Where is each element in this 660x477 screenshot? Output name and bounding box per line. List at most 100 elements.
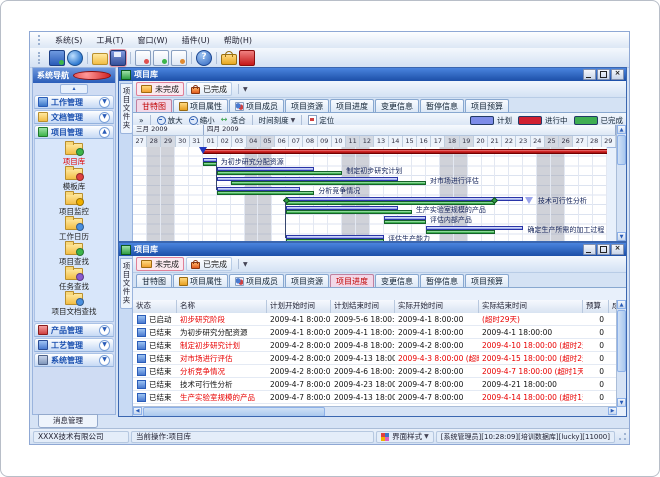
scrollbar-thumb[interactable] xyxy=(143,407,325,417)
tab-项目属性[interactable]: 项目属性 xyxy=(173,274,228,287)
tab-项目属性[interactable]: 项目属性 xyxy=(173,99,228,112)
column-header-预算[interactable]: 预算 xyxy=(583,300,609,313)
column-header-名称[interactable]: 名称 xyxy=(177,300,267,313)
column-header-计划结束时间[interactable]: 计划结束时间 xyxy=(331,300,395,313)
chevron-down-icon[interactable]: ▼ xyxy=(99,355,110,366)
tab-项目成员[interactable]: 项目成员 xyxy=(229,99,284,112)
gantt-summary-bar-初步研究阶段[interactable] xyxy=(203,149,607,154)
table-row[interactable]: 已结束为初步研究分配资源2009-4-1 8:00:002009-4-1 18:… xyxy=(133,326,617,339)
scroll-right-arrow[interactable]: ▶ xyxy=(608,407,617,415)
table-row[interactable]: 已结束生产实验室规模的产品2009-4-7 8:00:002009-4-13 1… xyxy=(133,391,617,404)
table-row[interactable]: 已结束技术可行性分析2009-4-7 8:00:002009-4-23 18:0… xyxy=(133,378,617,391)
tab-变更信息[interactable]: 变更信息 xyxy=(375,99,419,112)
save-icon[interactable] xyxy=(110,50,126,66)
tab-暂停信息[interactable]: 暂停信息 xyxy=(420,99,464,112)
gantt-window-titlebar[interactable]: 项目库 xyxy=(119,68,626,81)
sidebar-group-header-3[interactable]: 产品管理▼ xyxy=(34,323,114,337)
gantt-done-bar-生产实验室规模的产品[interactable] xyxy=(286,210,411,214)
maximize-button[interactable] xyxy=(597,69,610,80)
sidebar-item-项目查找[interactable]: 项目查找 xyxy=(35,242,113,267)
sidebar-item-工作日历[interactable]: 工作日历 xyxy=(35,217,113,242)
menu-item-3[interactable]: 插件(U) xyxy=(175,33,217,48)
chevron-down-icon[interactable]: ▼ xyxy=(99,97,110,108)
menu-item-0[interactable]: 系统(S) xyxy=(48,33,89,48)
filter-button-已完成[interactable]: 已完成 xyxy=(186,82,232,96)
gantt-done-bar-对市场进行评估[interactable] xyxy=(231,181,426,185)
scroll-down-arrow[interactable]: ▼ xyxy=(617,232,626,241)
report-view-icon[interactable] xyxy=(153,50,169,66)
sidebar-item-项目监控[interactable]: 项目监控 xyxy=(35,192,113,217)
tab-甘特图[interactable]: 甘特图 xyxy=(136,99,172,112)
ui-style-button[interactable]: 界面样式 ▼ xyxy=(376,431,434,443)
folder-open-icon[interactable] xyxy=(92,53,108,65)
menu-item-2[interactable]: 窗口(W) xyxy=(130,33,174,48)
toolbar-options-chevron-icon[interactable]: ▼ xyxy=(243,261,248,268)
help-icon[interactable] xyxy=(196,50,212,66)
pin-icon[interactable] xyxy=(73,71,111,80)
table-window-titlebar[interactable]: 项目库 xyxy=(119,243,626,256)
table-row[interactable]: 已结束分析竞争情况2009-4-2 8:00:002009-4-6 18:00:… xyxy=(133,365,617,378)
scroll-up-arrow[interactable]: ▲ xyxy=(617,125,626,134)
gantt-vertical-scrollbar[interactable]: ▲ ▼ xyxy=(616,125,626,241)
tab-项目预算[interactable]: 项目预算 xyxy=(465,99,509,112)
gantt-done-bar-确定生产所需的加工过程[interactable] xyxy=(426,230,496,234)
tab-项目进度[interactable]: 项目进度 xyxy=(330,274,374,287)
column-header-状态[interactable]: 状态 xyxy=(133,300,177,313)
gantt-done-bar-分析竞争情况[interactable] xyxy=(217,191,315,195)
tab-项目资源[interactable]: 项目资源 xyxy=(285,274,329,287)
globe-icon[interactable] xyxy=(67,50,83,66)
scroll-down-arrow[interactable]: ▼ xyxy=(617,398,626,407)
gantt-done-bar-评估生产能力[interactable] xyxy=(286,239,384,241)
sidebar-group-header-4[interactable]: 工艺管理▼ xyxy=(34,338,114,352)
table-row[interactable]: 已结束制定初步研究计划2009-4-2 8:00:002009-4-8 18:0… xyxy=(133,339,617,352)
exit-icon[interactable] xyxy=(239,50,255,66)
minimize-button[interactable] xyxy=(583,244,596,255)
project-folder-tab[interactable]: 项目文件夹 xyxy=(120,258,133,309)
collapse-button[interactable]: ▴ xyxy=(60,84,88,94)
table-horizontal-scrollbar[interactable]: ◀ ▶ xyxy=(133,406,617,416)
gantt-done-bar-评估内部产品[interactable] xyxy=(384,220,426,224)
close-button[interactable] xyxy=(611,69,624,80)
filter-button-未完成[interactable]: 未完成 xyxy=(136,257,184,271)
maximize-button[interactable] xyxy=(597,244,610,255)
scroll-left-arrow[interactable]: ◀ xyxy=(133,407,142,415)
project-folder-tab[interactable]: 项目文件夹 xyxy=(120,83,133,134)
chevron-down-icon[interactable]: ▼ xyxy=(99,325,110,336)
tab-项目预算[interactable]: 项目预算 xyxy=(465,274,509,287)
chevron-down-icon[interactable]: ▼ xyxy=(99,340,110,351)
tab-变更信息[interactable]: 变更信息 xyxy=(375,274,419,287)
minimize-button[interactable] xyxy=(583,69,596,80)
gantt-done-bar-制定初步研究计划[interactable] xyxy=(217,171,342,175)
gantt-done-bar-技术可行性分析[interactable] xyxy=(286,201,495,205)
table-vertical-scrollbar[interactable]: ▲ ▼ xyxy=(616,300,626,407)
sidebar-item-项目文档查找[interactable]: 项目文档查找 xyxy=(35,292,113,317)
gantt-done-bar-为初步研究分配资源[interactable] xyxy=(203,162,217,166)
sidebar-group-header-2[interactable]: 项目管理▲ xyxy=(34,125,114,139)
column-header-计划开始时间[interactable]: 计划开始时间 xyxy=(267,300,331,313)
sidebar-item-模板库[interactable]: 模板库 xyxy=(35,167,113,192)
sidebar-item-项目库[interactable]: 项目库 xyxy=(35,142,113,167)
table-row[interactable]: 已启动初步研究阶段2009-4-1 8:00:002009-5-6 18:00:… xyxy=(133,313,617,326)
lock-icon[interactable] xyxy=(221,54,237,65)
resize-grip[interactable] xyxy=(618,432,627,441)
report-new-icon[interactable] xyxy=(135,50,151,66)
tab-项目成员[interactable]: 项目成员 xyxy=(229,274,284,287)
tab-暂停信息[interactable]: 暂停信息 xyxy=(420,274,464,287)
report-mail-icon[interactable] xyxy=(171,50,187,66)
column-header-实际结束时间[interactable]: 实际结束时间 xyxy=(479,300,583,313)
toolbar-options-chevron-icon[interactable]: ▼ xyxy=(243,86,248,93)
scrollbar-thumb[interactable] xyxy=(617,310,626,372)
sidebar-group-header-1[interactable]: 文档管理▼ xyxy=(34,110,114,124)
menu-item-1[interactable]: 工具(T) xyxy=(89,33,130,48)
chevron-down-icon[interactable]: ▼ xyxy=(99,112,110,123)
tab-甘特图[interactable]: 甘特图 xyxy=(136,274,172,287)
scrollbar-thumb[interactable] xyxy=(617,135,626,165)
filter-button-未完成[interactable]: 未完成 xyxy=(136,82,184,96)
computer-icon[interactable] xyxy=(49,50,65,66)
close-button[interactable] xyxy=(611,244,624,255)
sidebar-item-任务查找[interactable]: 任务查找 xyxy=(35,267,113,292)
scroll-up-arrow[interactable]: ▲ xyxy=(617,300,626,309)
menu-item-4[interactable]: 帮助(H) xyxy=(217,33,259,48)
tab-项目资源[interactable]: 项目资源 xyxy=(285,99,329,112)
sidebar-group-header-0[interactable]: 工作管理▼ xyxy=(34,95,114,109)
